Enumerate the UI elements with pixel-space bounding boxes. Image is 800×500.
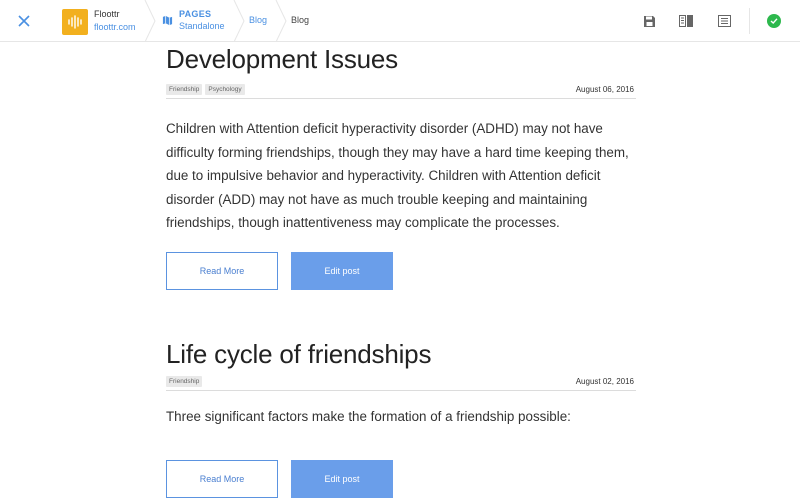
post-actions: Read More Edit post — [166, 460, 393, 498]
post-actions: Read More Edit post — [166, 252, 393, 290]
post-meta: Friendship August 02, 2016 — [166, 375, 636, 391]
breadcrumb-blog-link[interactable]: Blog — [249, 15, 267, 25]
status-indicator[interactable] — [767, 14, 781, 28]
save-icon — [643, 15, 655, 27]
edit-post-button[interactable]: Edit post — [291, 252, 393, 290]
list-icon — [717, 15, 731, 27]
close-button[interactable] — [0, 0, 48, 42]
waveform-logo-icon — [68, 15, 82, 29]
close-icon[interactable] — [18, 15, 30, 27]
post-tags: Friendship — [166, 376, 203, 387]
list-view-button[interactable] — [715, 12, 733, 30]
breadcrumb-pages-label: PAGES — [179, 9, 212, 19]
post-excerpt: Children with Attention deficit hyperact… — [166, 121, 629, 231]
tag[interactable]: Friendship — [166, 376, 203, 387]
post-date: August 06, 2016 — [575, 85, 634, 94]
columns-icon — [679, 15, 693, 27]
post-meta: Friendship Psychology August 06, 2016 — [166, 83, 636, 99]
tag[interactable]: Psychology — [205, 84, 245, 95]
post-excerpt: Three significant factors make the forma… — [166, 409, 571, 424]
post-title[interactable]: Life cycle of friendships — [166, 339, 636, 370]
columns-button[interactable] — [677, 12, 695, 30]
read-more-button[interactable]: Read More — [166, 460, 278, 498]
read-more-button[interactable]: Read More — [166, 252, 278, 290]
brand-name: Floottr — [94, 9, 120, 19]
tag[interactable]: Friendship — [166, 84, 203, 95]
toolbar-divider — [749, 8, 750, 34]
breadcrumb-pages[interactable]: PAGES Standalone — [162, 8, 225, 32]
blog-post: Life cycle of friendships Friendship Aug… — [166, 339, 636, 498]
brand-logo — [62, 9, 88, 35]
check-circle-icon — [770, 18, 778, 24]
map-icon — [162, 15, 173, 25]
breadcrumb-separator — [233, 0, 245, 42]
post-date: August 02, 2016 — [575, 377, 634, 386]
top-bar: Floottr floottr.com PAGES Standalone Blo… — [0, 0, 800, 42]
brand-domain[interactable]: floottr.com — [94, 21, 136, 34]
post-tags: Friendship Psychology — [166, 84, 245, 95]
brand[interactable]: Floottr floottr.com — [94, 8, 136, 34]
breadcrumb-separator — [275, 0, 287, 42]
blog-post: Development Issues Friendship Psychology… — [166, 44, 636, 290]
breadcrumb-pages-sub: Standalone — [179, 21, 225, 31]
breadcrumb-separator — [144, 0, 156, 42]
breadcrumb-blog-current: Blog — [291, 15, 310, 25]
post-title[interactable]: Development Issues — [166, 44, 636, 75]
save-button[interactable] — [640, 12, 658, 30]
edit-post-button[interactable]: Edit post — [291, 460, 393, 498]
